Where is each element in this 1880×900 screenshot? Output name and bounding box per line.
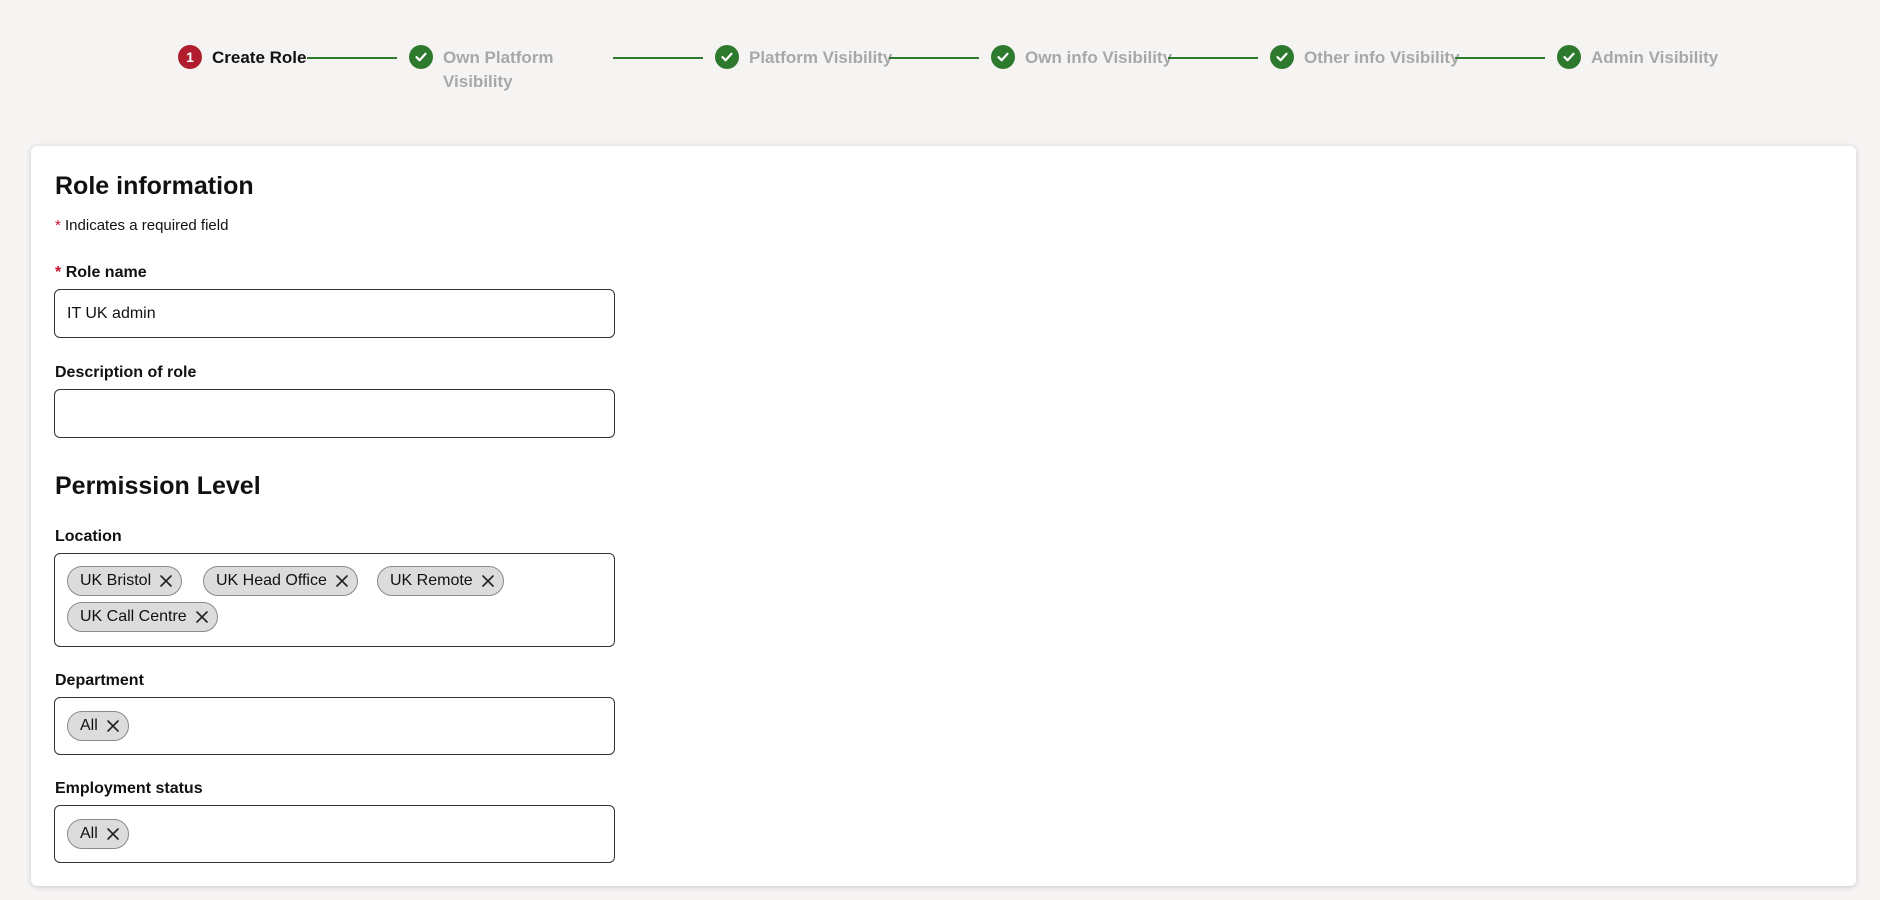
location-tag: UK Call Centre: [67, 602, 218, 632]
location-tag: UK Head Office: [203, 566, 358, 596]
close-icon[interactable]: [98, 712, 128, 740]
step-connector: [613, 57, 703, 59]
step-connector: [1168, 57, 1258, 59]
role-name-label-text: Role name: [65, 264, 147, 281]
close-icon[interactable]: [151, 567, 181, 595]
employment-status-tag: All: [67, 819, 129, 849]
step-label: Platform Visibility: [749, 48, 893, 67]
location-label: Location: [55, 528, 122, 545]
check-icon: [409, 45, 433, 69]
close-icon[interactable]: [98, 820, 128, 848]
tag-label: UK Call Centre: [80, 608, 187, 625]
role-form-card: Role information * Indicates a required …: [31, 146, 1856, 886]
required-field-note: * Indicates a required field: [55, 217, 228, 234]
step-label: Own info Visibility: [1025, 48, 1173, 67]
role-information-heading: Role information: [55, 172, 254, 200]
tag-label: All: [80, 717, 98, 734]
role-name-label: * Role name: [55, 264, 147, 282]
step-own-platform-visibility[interactable]: Own Platform Visibility: [409, 45, 593, 94]
department-multiselect[interactable]: All: [54, 697, 615, 755]
description-input[interactable]: [54, 389, 615, 438]
step-label: Admin Visibility: [1591, 48, 1719, 67]
employment-status-multiselect[interactable]: All: [54, 805, 615, 863]
step-other-info-visibility[interactable]: Other info Visibility: [1270, 45, 1460, 70]
location-tag: UK Remote: [377, 566, 504, 596]
location-tag: UK Bristol: [67, 566, 183, 596]
permission-level-heading: Permission Level: [55, 472, 261, 500]
check-icon: [1270, 45, 1294, 69]
tag-label: UK Bristol: [80, 572, 152, 589]
tag-label: All: [80, 825, 98, 842]
close-icon[interactable]: [187, 603, 217, 631]
step-label: Other info Visibility: [1304, 48, 1460, 67]
role-name-input[interactable]: [54, 289, 615, 338]
step-connector: [307, 57, 397, 59]
tag-label: UK Head Office: [216, 572, 327, 589]
step-label: Own Platform Visibility: [443, 48, 554, 91]
required-note-text: Indicates a required field: [65, 217, 229, 234]
step-admin-visibility[interactable]: Admin Visibility: [1557, 45, 1719, 70]
description-label: Description of role: [55, 364, 197, 381]
step-number-badge: 1: [178, 45, 202, 69]
step-connector: [1455, 57, 1545, 59]
employment-status-label: Employment status: [55, 780, 203, 797]
check-icon: [991, 45, 1015, 69]
progress-stepper: 1 Create Role Own Platform Visibility Pl…: [0, 0, 1880, 110]
check-icon: [715, 45, 739, 69]
close-icon[interactable]: [327, 567, 357, 595]
department-label: Department: [55, 672, 144, 689]
required-asterisk: *: [55, 264, 62, 281]
step-platform-visibility[interactable]: Platform Visibility: [715, 45, 893, 70]
location-multiselect[interactable]: UK Bristol UK Head Office UK Remote UK C…: [54, 553, 615, 647]
department-tag: All: [67, 711, 129, 741]
step-create-role[interactable]: 1 Create Role: [178, 45, 307, 70]
step-label: Create Role: [212, 48, 307, 67]
close-icon[interactable]: [473, 567, 503, 595]
check-icon: [1557, 45, 1581, 69]
required-asterisk: *: [55, 217, 61, 234]
step-connector: [889, 57, 979, 59]
tag-label: UK Remote: [390, 572, 473, 589]
step-own-info-visibility[interactable]: Own info Visibility: [991, 45, 1173, 70]
